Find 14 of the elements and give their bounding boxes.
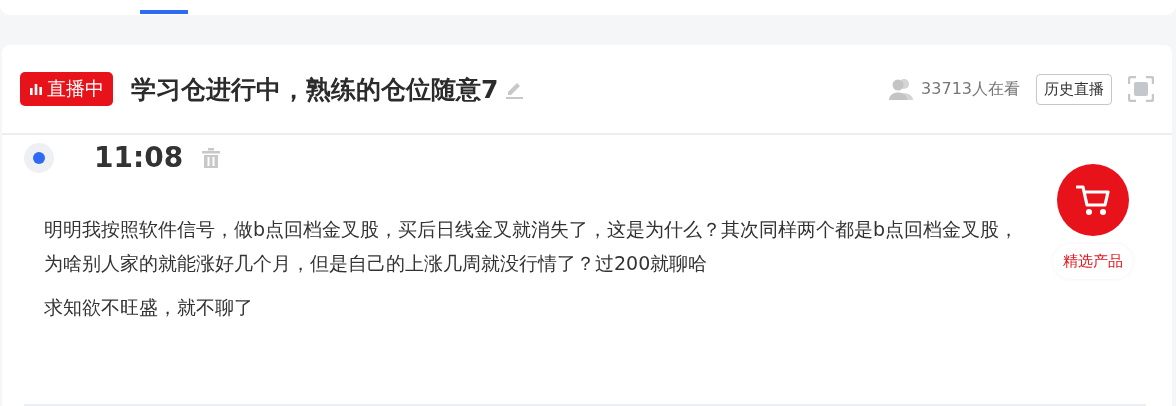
- post-text: 求知欲不旺盛，就不聊了: [44, 295, 254, 320]
- product-button[interactable]: 精选产品: [1053, 244, 1133, 279]
- live-title: 学习仓进行中，熟练的仓位随意7: [131, 73, 499, 106]
- people-icon: [889, 78, 916, 100]
- post-time: 11:08: [94, 141, 184, 174]
- post-text: 明明我按照软件信号，做b点回档金叉股，买后日线金叉就消失了，这是为什么？其次同样两个都是b点回档金叉股，为啥别人家的就能涨好几个月，但是自己的上涨几周就没行情了？过200就聊哈: [44, 217, 1019, 276]
- live-status: 直播中: [47, 76, 104, 101]
- viewer-count: 33713人在看: [921, 78, 1020, 100]
- history-button[interactable]: 历史直播: [1036, 73, 1112, 105]
- fullscreen-icon[interactable]: [1128, 76, 1154, 102]
- tab-indicator: [140, 10, 188, 14]
- trash-icon[interactable]: [201, 147, 222, 168]
- cart-icon: [1076, 184, 1110, 216]
- bars-icon: [29, 82, 43, 96]
